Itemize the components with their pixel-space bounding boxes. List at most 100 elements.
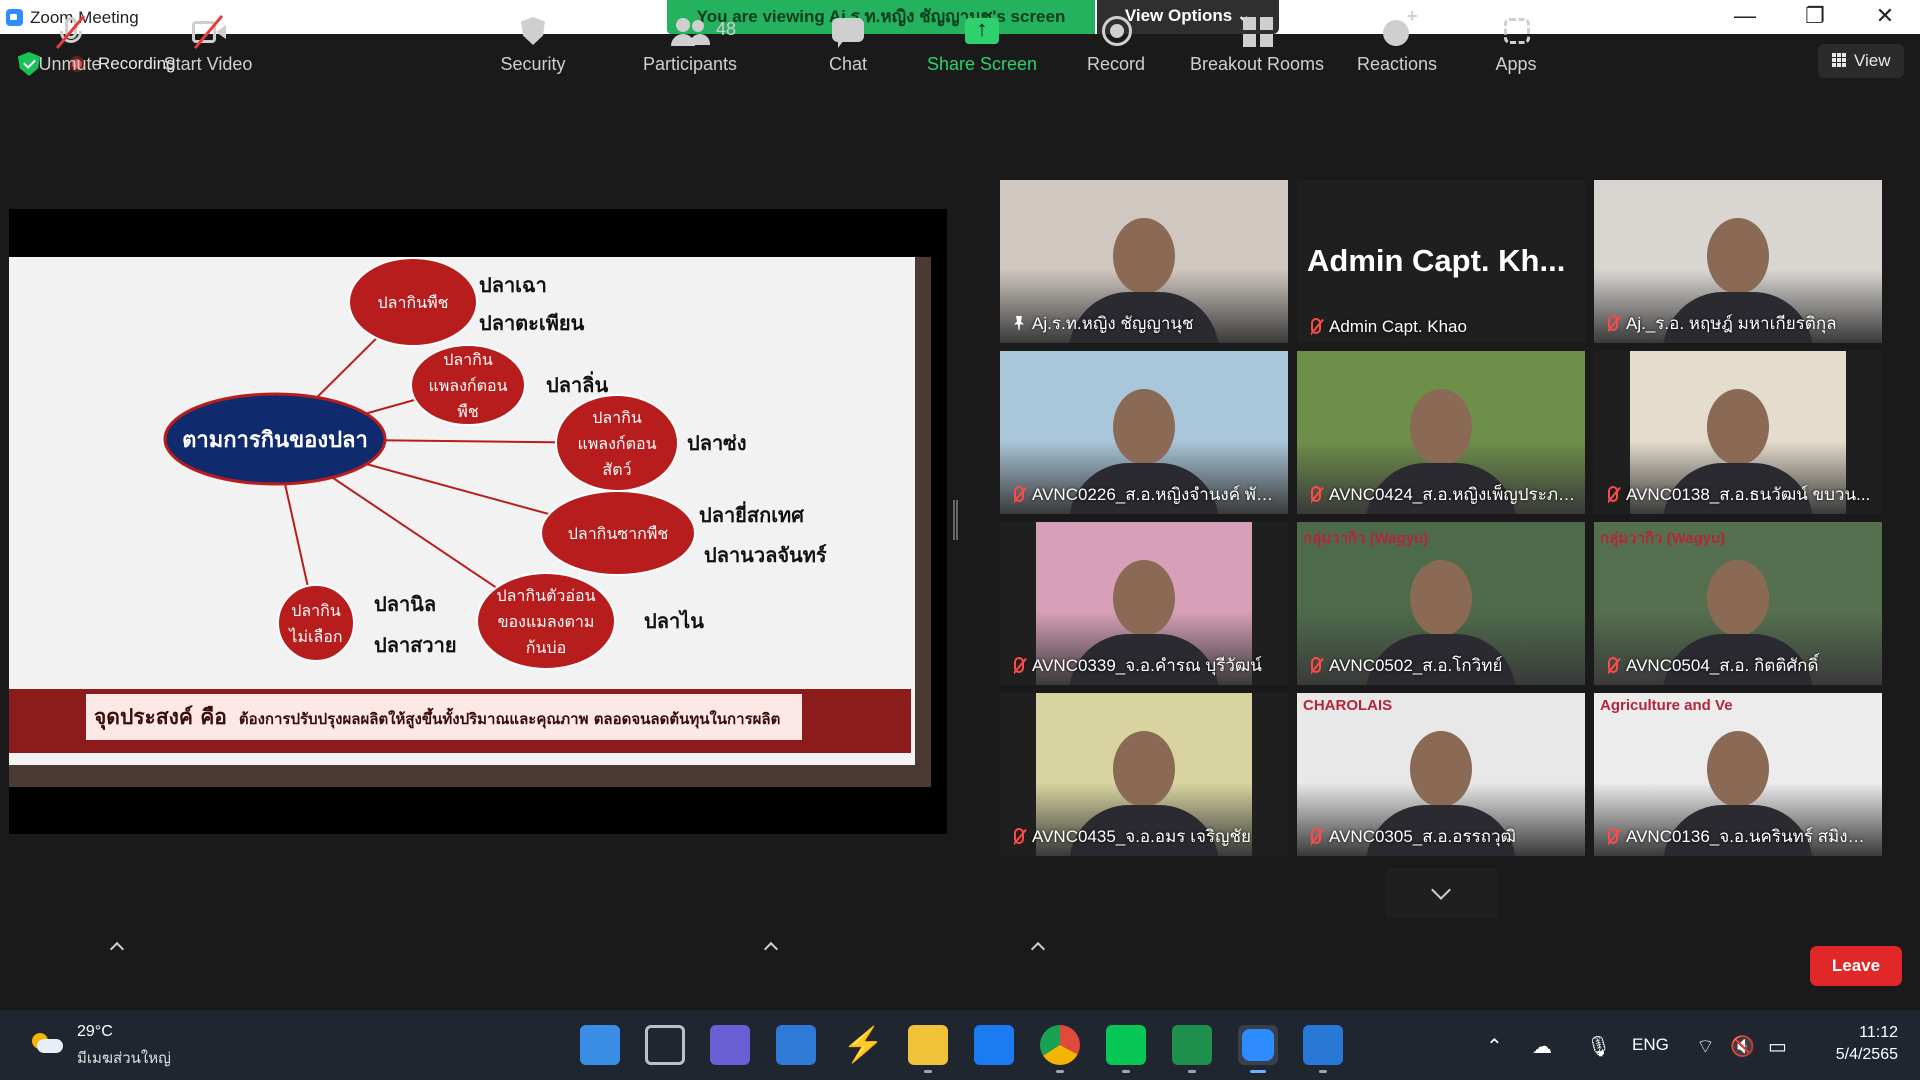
participant-tile[interactable]: AVNC0226_ส.อ.หญิงจำนงค์ พัด... [1000, 351, 1288, 514]
participant-tile[interactable]: AVNC0435_จ.อ.อมร เจริญชัย [1000, 693, 1288, 856]
excel-icon[interactable] [1172, 1025, 1212, 1065]
close-button[interactable]: ✕ [1850, 0, 1920, 34]
participant-tile[interactable]: Aj._ร.อ. หฤษฎ์ มหาเกียรติกุล [1594, 180, 1882, 343]
share-screen-label: Share Screen [926, 54, 1038, 74]
grid-icon [1832, 53, 1846, 67]
share-screen-button[interactable]: Share Screen [922, 0, 1042, 88]
photos-icon[interactable] [1303, 1025, 1343, 1065]
apps-button[interactable]: Apps [1480, 0, 1552, 88]
restore-button[interactable]: ❐ [1780, 0, 1850, 34]
shared-screen[interactable]: ปลากินพืช ปลาเฉา ปลาตะเพียน ปลากิน แพลงก์ตอน… [9, 209, 947, 834]
virtual-background-text: Agriculture and Ve [1600, 697, 1733, 714]
participant-tile[interactable]: Aj.ร.ท.หญิง ชัญญานุช [1000, 180, 1288, 343]
file-explorer-icon[interactable] [908, 1025, 948, 1065]
participant-tile[interactable]: CHAROLAIS AVNC0305_ส.อ.อรรถวุฒิ [1297, 693, 1585, 856]
microphone-tray-icon[interactable]: 🎙 [1586, 1034, 1611, 1059]
participant-name: AVNC0305_ส.อ.อรรถวุฒิ [1311, 823, 1516, 850]
input-language[interactable]: ENG [1632, 1035, 1669, 1055]
record-icon [1096, 15, 1136, 49]
unmute-button[interactable]: Unmute [22, 0, 118, 88]
volume-muted-icon[interactable]: 🔇 [1730, 1034, 1755, 1059]
split-resize-handle[interactable] [953, 500, 958, 540]
dropbox-icon[interactable] [974, 1025, 1014, 1065]
participant-name: AVNC0138_ส.อ.ธนวัฒน์ ขบวน... [1608, 481, 1870, 508]
mic-muted-icon [1311, 657, 1321, 673]
start-video-button[interactable]: Start Video [150, 0, 266, 88]
start-icon[interactable] [580, 1025, 620, 1065]
video-off-icon [188, 14, 228, 50]
start-video-label: Start Video [163, 54, 253, 74]
task-view-icon[interactable] [645, 1025, 685, 1065]
participant-tile[interactable]: Agriculture and Ve AVNC0136_จ.อ.นครินทร์ … [1594, 693, 1882, 856]
chat-button[interactable]: Chat [812, 0, 884, 88]
participant-tile[interactable]: AVNC0138_ส.อ.ธนวัฒน์ ขบวน... [1594, 351, 1882, 514]
view-button[interactable]: View [1818, 44, 1904, 78]
record-button[interactable]: Record [1076, 0, 1156, 88]
participant-name-text: Admin Capt. Khao [1329, 317, 1467, 336]
microphone-muted-icon [50, 14, 90, 50]
participants-icon: 48 [670, 15, 736, 49]
participant-name-text: AVNC0226_ส.อ.หญิงจำนงค์ พัด... [1032, 485, 1279, 504]
security-label: Security [500, 54, 566, 74]
participant-name-text: AVNC0435_จ.อ.อมร เจริญชัย [1032, 827, 1252, 846]
participant-face [1113, 560, 1175, 636]
participant-face [1410, 389, 1472, 465]
leave-button[interactable]: Leave [1810, 946, 1902, 986]
participant-name-text: AVNC0339_จ.อ.คำรณ บุรีวัฒน์ [1032, 656, 1262, 675]
category-label: สัตว์ [602, 460, 631, 479]
participant-tile[interactable]: AVNC0424_ส.อ.หญิงเพ็ญประภา... [1297, 351, 1585, 514]
minimize-button[interactable]: — [1710, 0, 1780, 34]
participant-face [1707, 731, 1769, 807]
fish-name: ปลาซ่ง [687, 431, 747, 455]
mic-muted-icon [1608, 486, 1618, 502]
tray-overflow-chevron-icon[interactable]: ⌃ [1486, 1034, 1503, 1059]
chrome-icon[interactable] [1040, 1025, 1080, 1065]
onedrive-cloud-icon[interactable]: ☁ [1532, 1034, 1552, 1059]
app-s-icon[interactable]: ⚡ [842, 1025, 884, 1065]
reactions-button[interactable]: Reactions [1352, 0, 1442, 88]
weather-description[interactable]: มีเมฆส่วนใหญ่ [77, 1046, 171, 1070]
meeting-toolbar [0, 922, 1920, 1010]
security-button[interactable]: Security [488, 0, 578, 88]
gallery-next-page-button[interactable] [1386, 868, 1498, 918]
fish-name: ปลานวลจันทร์ [704, 543, 827, 567]
participant-display-name: Admin Capt. Kh... [1307, 243, 1566, 278]
participant-name: Aj.ร.ท.หญิง ชัญญานุช [1014, 310, 1194, 337]
mic-muted-icon [1014, 486, 1024, 502]
system-clock[interactable]: 11:12 5/4/2565 [1818, 1022, 1898, 1066]
category-label: พืช [457, 402, 479, 421]
zoom-icon[interactable] [1238, 1025, 1278, 1065]
mail-icon[interactable] [776, 1025, 816, 1065]
breakout-rooms-label: Breakout Rooms [1189, 54, 1325, 74]
reactions-icon [1377, 6, 1418, 49]
battery-icon[interactable]: ▭ [1768, 1034, 1787, 1059]
pin-icon [1014, 316, 1024, 330]
participants-button[interactable]: 48 Participants [630, 0, 750, 88]
participant-name: AVNC0136_จ.อ.นครินทร์ สมิงแก้ว [1608, 823, 1873, 850]
breakout-rooms-icon [1237, 15, 1277, 49]
breakout-rooms-button[interactable]: Breakout Rooms [1182, 0, 1332, 88]
chat-label: Chat [828, 54, 868, 74]
weather-cloudy-icon[interactable] [32, 1033, 64, 1055]
weather-temperature[interactable]: 29°C [77, 1023, 113, 1041]
teams-chat-icon[interactable] [710, 1025, 750, 1065]
category-label: ปลากินตัวอ่อน [496, 586, 595, 605]
unmute-label: Unmute [38, 54, 102, 74]
running-app-indicator [1250, 1070, 1266, 1073]
participant-tile[interactable]: Admin Capt. Kh... Admin Capt. Khao [1297, 180, 1585, 343]
participant-name-text: Aj._ร.อ. หฤษฎ์ มหาเกียรติกุล [1626, 314, 1837, 333]
running-app-indicator [1056, 1070, 1064, 1073]
wifi-icon[interactable]: ⌔ [1696, 1034, 1715, 1059]
line-icon[interactable] [1106, 1025, 1146, 1065]
participant-tile[interactable]: AVNC0339_จ.อ.คำรณ บุรีวัฒน์ [1000, 522, 1288, 685]
participant-name-text: AVNC0136_จ.อ.นครินทร์ สมิงแก้ว [1626, 827, 1873, 846]
fish-name: ปลายี่สกเทศ [699, 500, 805, 527]
participant-tile[interactable]: กลุ่มวากิว (Wagyu) AVNC0502_ส.อ.โกวิทย์ [1297, 522, 1585, 685]
running-app-indicator [1319, 1070, 1327, 1073]
mic-muted-icon [1311, 318, 1321, 334]
fish-name: ปลาเฉา [479, 273, 547, 297]
participant-name: Aj._ร.อ. หฤษฎ์ มหาเกียรติกุล [1608, 310, 1837, 337]
participant-tile[interactable]: กลุ่มวากิว (Wagyu) AVNC0504_ส.อ. กิตติศัก… [1594, 522, 1882, 685]
purpose-box: จุดประสงค์ คือ ต้องการปรับปรุงผลผลิตให้ส… [86, 694, 802, 740]
clock-time: 11:12 [1859, 1024, 1898, 1041]
